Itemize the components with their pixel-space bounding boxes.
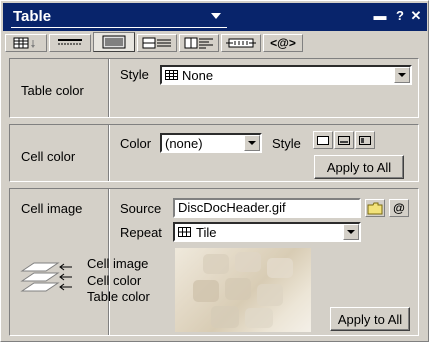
source-input[interactable]: DiscDocHeader.gif bbox=[173, 198, 361, 218]
cell-image-preview bbox=[175, 248, 311, 332]
tab-span[interactable] bbox=[221, 34, 261, 52]
table-properties-window: Table ▬ ? ✕ <@> Table color Style None C… bbox=[0, 0, 429, 342]
chevron-down-icon[interactable] bbox=[343, 224, 359, 240]
tile-grid-icon bbox=[178, 226, 191, 237]
cell-color-value: (none) bbox=[165, 135, 203, 151]
title-underline bbox=[11, 27, 227, 28]
cells-icon bbox=[142, 37, 171, 49]
cell-image-label: Cell image bbox=[21, 201, 83, 216]
help-button[interactable]: ? bbox=[393, 9, 407, 23]
table-color-section: Table color Style None bbox=[9, 58, 419, 118]
title-dropdown-icon[interactable] bbox=[211, 13, 221, 19]
cell-color-color-label: Color bbox=[120, 136, 152, 151]
section-divider bbox=[108, 125, 110, 181]
at-sign-icon: @ bbox=[393, 201, 405, 215]
style-flat-button[interactable] bbox=[313, 131, 333, 149]
tab-text[interactable] bbox=[179, 34, 219, 52]
repeat-value: Tile bbox=[196, 224, 217, 240]
title-bar[interactable]: Table ▬ ? ✕ bbox=[3, 3, 427, 31]
raised-style-icon bbox=[338, 135, 350, 145]
source-label: Source bbox=[120, 201, 162, 216]
cell-color-style-label: Style bbox=[272, 136, 301, 151]
border-lines-icon bbox=[58, 39, 82, 45]
minimize-button[interactable]: ▬ bbox=[373, 9, 387, 23]
cell-color-section: Cell color Color (none) Style Apply to A… bbox=[9, 124, 419, 182]
table-color-label: Table color bbox=[21, 83, 84, 98]
table-style-value: None bbox=[182, 67, 214, 83]
table-style-value-wrap: None bbox=[162, 68, 394, 83]
tab-bar: <@> bbox=[5, 32, 425, 52]
tab-borders[interactable] bbox=[49, 34, 91, 52]
repeat-select[interactable]: Tile bbox=[173, 222, 361, 242]
style-raised-button[interactable] bbox=[334, 131, 354, 149]
link-button[interactable]: @ bbox=[389, 199, 409, 217]
cell-image-apply-all-button[interactable]: Apply to All bbox=[330, 307, 410, 331]
table-grid-icon bbox=[165, 69, 178, 80]
chevron-down-icon[interactable] bbox=[244, 135, 260, 151]
flat-style-icon bbox=[317, 135, 329, 145]
close-button[interactable]: ✕ bbox=[409, 9, 423, 23]
keyboard-image-preview bbox=[193, 252, 293, 328]
tab-cells[interactable] bbox=[137, 34, 177, 52]
repeat-value-wrap: Tile bbox=[175, 225, 343, 240]
chevron-down-icon[interactable] bbox=[394, 67, 410, 83]
section-divider bbox=[108, 59, 110, 117]
span-icon bbox=[226, 38, 256, 48]
window-title: Table bbox=[13, 8, 52, 25]
tab-background[interactable] bbox=[93, 32, 135, 52]
legend-table-color: Table color bbox=[87, 289, 150, 304]
table-text-icon bbox=[184, 37, 213, 49]
cell-color-apply-all-button[interactable]: Apply to All bbox=[314, 155, 404, 179]
tab-html[interactable]: <@> bbox=[263, 34, 303, 52]
tab-table-layout[interactable] bbox=[5, 34, 47, 52]
cell-color-label: Cell color bbox=[21, 149, 76, 164]
background-icon bbox=[102, 35, 126, 49]
legend-cell-image: Cell image bbox=[87, 256, 149, 271]
sunken-style-icon bbox=[359, 135, 371, 145]
legend-cell-color: Cell color bbox=[87, 273, 142, 288]
repeat-label: Repeat bbox=[120, 225, 162, 240]
browse-folder-button[interactable] bbox=[365, 199, 385, 217]
table-style-label: Style bbox=[120, 67, 149, 82]
cell-color-select[interactable]: (none) bbox=[160, 133, 262, 153]
html-tag-icon: <@> bbox=[270, 36, 296, 50]
folder-icon bbox=[367, 202, 383, 214]
table-grid-icon bbox=[13, 37, 35, 49]
table-style-select[interactable]: None bbox=[160, 65, 412, 85]
style-sunken-button[interactable] bbox=[355, 131, 375, 149]
layers-diagram-icon bbox=[20, 262, 72, 292]
